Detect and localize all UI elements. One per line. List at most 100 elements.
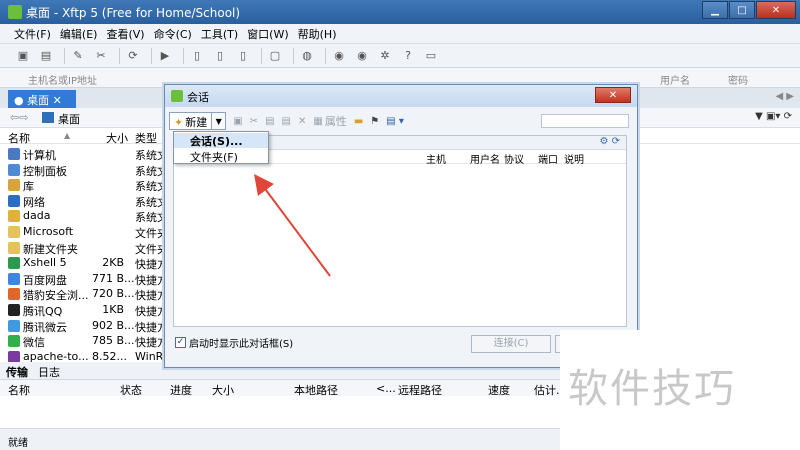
file-size: 720 B... — [92, 287, 135, 301]
file-row[interactable]: 计算机 系统文 — [0, 146, 170, 162]
col-protocol[interactable]: 协议 — [504, 151, 524, 166]
desktop-icon — [42, 112, 54, 123]
col-name[interactable]: 名称 — [8, 130, 30, 146]
toolbar-separator — [325, 47, 326, 64]
menu-window[interactable]: 窗口(W) — [247, 26, 288, 42]
menu-help[interactable]: 帮助(H) — [298, 26, 337, 42]
current-path[interactable]: 桌面 — [58, 111, 80, 127]
settings-gear-icon[interactable]: ✲ — [376, 48, 394, 64]
col-host[interactable]: 主机 — [426, 151, 446, 166]
dialog-close-button[interactable]: ✕ — [595, 87, 631, 103]
file-icon — [8, 304, 20, 316]
file-icon — [8, 179, 20, 192]
disconnect-icon[interactable]: ✂ — [92, 48, 110, 64]
xshell-icon[interactable]: ◉ — [330, 48, 348, 64]
copy-icon[interactable]: ▣ — [233, 116, 242, 127]
file-name: 计算机 — [23, 149, 56, 162]
startup-option[interactable]: ✓ 启动时显示此对话框(S) — [175, 335, 293, 350]
refresh-icon[interactable]: ⟳ — [124, 48, 142, 64]
sort-arrow-icon: ▲ — [64, 131, 71, 140]
tab-transfer[interactable]: 传输 — [6, 364, 28, 380]
file-row[interactable]: 控制面板 系统文 — [0, 162, 170, 178]
dialog-title: 会话 — [187, 91, 209, 104]
chat-icon[interactable]: ▭ — [422, 48, 440, 64]
file-row[interactable]: dada 系统文 — [0, 208, 170, 224]
document-icon[interactable]: ▯ — [188, 48, 206, 64]
close-window-button[interactable]: ✕ — [756, 1, 796, 19]
col-type[interactable]: 类型 — [135, 130, 157, 146]
menu-tools[interactable]: 工具(T) — [201, 26, 238, 42]
toolbar-separator — [64, 47, 65, 64]
new-button[interactable]: ✦ 新建 — [169, 112, 213, 130]
startup-checkbox[interactable]: ✓ — [175, 337, 186, 348]
view-icon[interactable]: ▤ ▾ — [386, 116, 404, 127]
cut-icon[interactable]: ✂ — [250, 116, 258, 127]
delete-icon[interactable]: ✕ — [298, 116, 306, 127]
menu-file[interactable]: 文件(F) — [14, 26, 51, 42]
file-name: 网络 — [23, 195, 45, 209]
folder-icon[interactable]: ▬ — [354, 116, 363, 127]
password-input[interactable]: 密码 — [728, 72, 748, 87]
col-description[interactable]: 说明 — [564, 151, 584, 166]
new-dropdown-arrow[interactable]: ▼ — [212, 112, 227, 130]
file-size: 8.52... — [92, 349, 127, 363]
menu-item-session[interactable]: 会话(S)... — [174, 133, 268, 148]
toolbar-separator — [119, 47, 120, 64]
open-folder-icon[interactable]: ▤ — [37, 48, 55, 64]
username-input[interactable]: 用户名 — [660, 72, 690, 87]
menu-view[interactable]: 查看(V) — [106, 26, 144, 42]
connect-button[interactable]: 连接(C) — [471, 335, 551, 353]
file-row[interactable]: 腾讯微云 902 B... 快捷方 — [0, 318, 170, 334]
maximize-button[interactable]: □ — [729, 1, 755, 19]
path-tools-icon[interactable]: ▼ ▣▾ ⟳ — [755, 111, 792, 122]
tr-col-direction[interactable]: <... — [376, 382, 396, 395]
col-port[interactable]: 端口 — [538, 151, 558, 166]
new-dropdown-menu: 会话(S)... 文件夹(F) — [173, 131, 269, 164]
file-row[interactable]: 百度网盘 771 B... 快捷方 — [0, 271, 170, 287]
file-row[interactable]: Microsoft 文件夹 — [0, 224, 170, 240]
toolbar-separator — [261, 47, 262, 64]
file-row[interactable]: 腾讯QQ 1KB 快捷方 — [0, 302, 170, 318]
file-row[interactable]: Xshell 5 2KB 快捷方 — [0, 255, 170, 271]
col-size[interactable]: 大小 — [106, 130, 128, 146]
transfer-icon[interactable]: ▶ — [156, 48, 174, 64]
file-row[interactable]: 猎豹安全浏... 720 B... 快捷方 — [0, 286, 170, 302]
globe-icon[interactable]: ◍ — [298, 48, 316, 64]
tab-nav-arrows[interactable]: ◀ ▶ — [775, 91, 794, 102]
paste-icon[interactable]: ▤ — [265, 116, 274, 127]
menu-bar: 文件(F) 编辑(E) 查看(V) 命令(C) 工具(T) 窗口(W) 帮助(H… — [0, 24, 800, 44]
properties-label[interactable]: 属性 — [325, 113, 347, 129]
session-search-input[interactable] — [541, 114, 629, 128]
menu-edit[interactable]: 编辑(E) — [60, 26, 98, 42]
lock-icon[interactable]: ▢ — [266, 48, 284, 64]
xmanager-icon[interactable]: ◉ — [353, 48, 371, 64]
menu-command[interactable]: 命令(C) — [154, 26, 192, 42]
xftp-app-icon — [8, 5, 22, 19]
new-session-icon[interactable]: ▣ — [14, 48, 32, 64]
properties-icon[interactable]: ▦ — [313, 116, 322, 127]
file-size: 1KB — [102, 303, 124, 316]
menu-item-folder[interactable]: 文件夹(F) — [174, 149, 268, 164]
document-icon[interactable]: ▯ — [234, 48, 252, 64]
file-size: 785 B... — [92, 334, 135, 348]
tab-log[interactable]: 日志 — [38, 364, 60, 380]
host-input[interactable]: 主机名或IP地址 — [28, 72, 97, 87]
col-username[interactable]: 用户名 — [470, 151, 500, 166]
document-icon[interactable]: ▯ — [211, 48, 229, 64]
file-name: Microsoft — [23, 225, 74, 238]
file-icon — [8, 257, 20, 270]
link-icon[interactable]: ⚑ — [370, 116, 379, 127]
link-icon[interactable]: ✎ — [69, 48, 87, 64]
file-row[interactable]: 网络 系统文 — [0, 193, 170, 209]
paste-icon[interactable]: ▤ — [282, 116, 291, 127]
file-row[interactable]: 库系统文 — [0, 177, 170, 193]
file-row[interactable]: 新建文件夹 文件夹 — [0, 240, 170, 256]
file-row[interactable]: 微信 785 B... 快捷方 — [0, 333, 170, 349]
list-tools-icon[interactable]: ⚙ ⟳ — [599, 136, 620, 147]
minimize-button[interactable]: ▁ — [702, 1, 728, 19]
file-icon — [8, 272, 20, 285]
tab-desktop[interactable]: ● 桌面 ✕ — [8, 90, 76, 108]
back-forward-icon[interactable]: ⇦⇨ — [10, 111, 28, 124]
help-icon[interactable]: ? — [399, 48, 417, 64]
file-icon — [8, 210, 20, 223]
